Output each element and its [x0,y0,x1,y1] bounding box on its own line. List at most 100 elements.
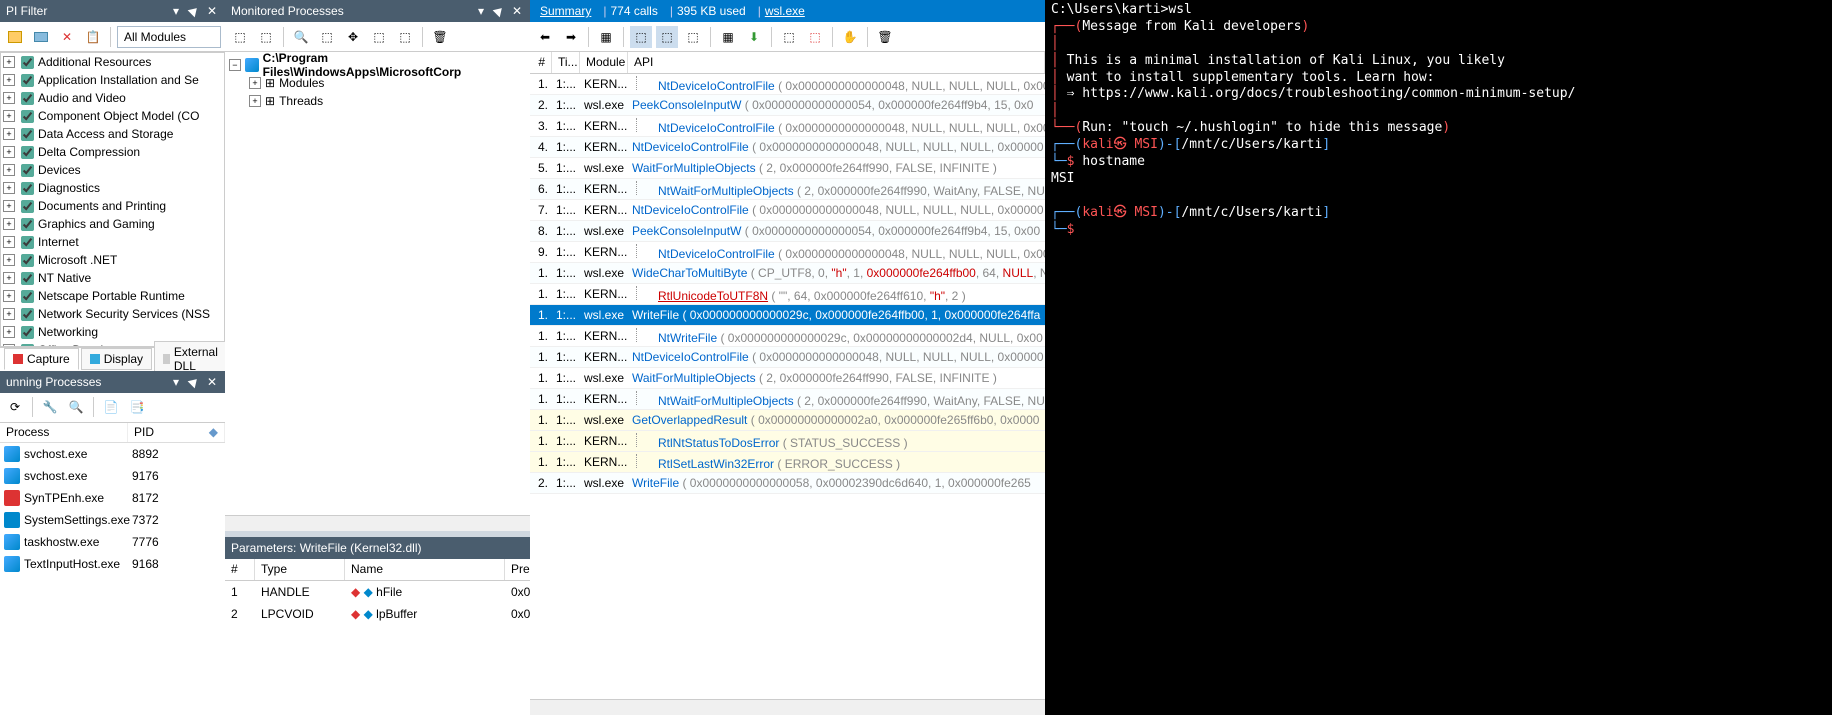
col-process[interactable]: Process [0,423,128,442]
filter-checkbox[interactable] [21,326,34,339]
call-row[interactable]: 1.1:...KERN...NtWriteFile ( 0x0000000000… [530,326,1045,347]
terminal[interactable]: C:\Users\karti>wsl┌──(Message from Kali … [1045,0,1832,715]
tool-icon[interactable]: ⬚ [656,26,678,48]
col-n[interactable]: # [225,559,255,580]
refresh-icon[interactable]: ⟳ [4,396,26,418]
close-icon[interactable]: ✕ [205,4,219,18]
close-icon[interactable]: ✕ [510,4,524,18]
tool-icon[interactable]: 🔧 [39,396,61,418]
hand-icon[interactable]: ✋ [839,26,861,48]
expand-icon[interactable]: + [3,110,15,122]
paste-icon[interactable]: 📋 [82,26,104,48]
process-row[interactable]: SynTPEnh.exe8172 [0,487,225,509]
summary-link[interactable]: Summary [540,4,591,18]
col-api[interactable]: API [628,52,1045,73]
filter-item[interactable]: +Delta Compression [1,143,224,161]
tool-icon[interactable]: ⬚ [368,26,390,48]
filter-checkbox[interactable] [21,200,34,213]
tool-icon[interactable]: 📄 [100,396,122,418]
filter-item[interactable]: +Netscape Portable Runtime [1,287,224,305]
trash-icon[interactable]: 🗑 [874,26,896,48]
expand-icon[interactable]: + [3,254,15,266]
expand-icon[interactable]: + [3,308,15,320]
expand-icon[interactable]: + [3,74,15,86]
col-time[interactable]: Ti... [552,52,580,73]
call-row[interactable]: 1.1:...KERN...RtlNtStatusToDosError ( ST… [530,431,1045,452]
tool-icon[interactable]: ⬚ [630,26,652,48]
pin-icon[interactable] [187,375,201,389]
col-type[interactable]: Type [255,559,345,580]
expand-icon[interactable]: + [249,95,261,107]
tool-icon[interactable]: ⬚ [255,26,277,48]
calls-grid[interactable]: # Ti... Module API 1.1:...KERN...NtDevic… [530,52,1045,699]
expand-icon[interactable]: + [3,200,15,212]
call-row[interactable]: 1.1:...KERN...NtWaitForMultipleObjects (… [530,389,1045,410]
filter-checkbox[interactable] [21,236,34,249]
grid-icon[interactable]: ▦ [595,26,617,48]
filter-checkbox[interactable] [21,128,34,141]
filter-item[interactable]: +Microsoft .NET [1,251,224,269]
filter-item[interactable]: +Graphics and Gaming [1,215,224,233]
call-row[interactable]: 1.1:...wsl.exeWriteFile ( 0x000000000000… [530,305,1045,326]
process-row[interactable]: taskhostw.exe7776 [0,531,225,553]
filter-item[interactable]: +Networking [1,323,224,341]
col-module[interactable]: Module [580,52,628,73]
call-row[interactable]: 6.1:...KERN...NtWaitForMultipleObjects (… [530,179,1045,200]
fwd-icon[interactable]: ➡ [560,26,582,48]
process-row[interactable]: TextInputHost.exe9168 [0,553,225,575]
filter-item[interactable]: +Audio and Video [1,89,224,107]
filter-checkbox[interactable] [21,218,34,231]
down-icon[interactable]: ⬇ [743,26,765,48]
col-name[interactable]: Name [345,559,505,580]
trash-icon[interactable]: 🗑 [429,26,451,48]
call-row[interactable]: 8.1:...wsl.exePeekConsoleInputW ( 0x0000… [530,221,1045,242]
dropdown-icon[interactable]: ▾ [474,4,488,18]
dropdown-icon[interactable]: ▾ [169,4,183,18]
call-row[interactable]: 2.1:...wsl.exePeekConsoleInputW ( 0x0000… [530,95,1045,116]
tool-icon[interactable]: ⬚ [778,26,800,48]
col-pid[interactable]: PID [134,425,154,440]
process-row[interactable]: svchost.exe9176 [0,465,225,487]
expand-icon[interactable]: + [3,92,15,104]
filter-checkbox[interactable] [21,146,34,159]
call-row[interactable]: 4.1:...KERN...NtDeviceIoControlFile ( 0x… [530,137,1045,158]
tab-display[interactable]: Display [81,348,152,370]
tool-icon[interactable]: 📑 [126,396,148,418]
expand-icon[interactable]: + [3,326,15,338]
filter-checkbox[interactable] [21,56,34,69]
process-row[interactable]: svchost.exe8892 [0,443,225,465]
filter-item[interactable]: +Diagnostics [1,179,224,197]
target-icon[interactable]: ✥ [342,26,364,48]
filter-checkbox[interactable] [21,308,34,321]
sort-icon[interactable]: ◆ [209,425,218,440]
filter-item[interactable]: +Documents and Printing [1,197,224,215]
tool-icon[interactable]: ⬚ [394,26,416,48]
tool-icon[interactable]: ⬚ [804,26,826,48]
call-row[interactable]: 1.1:...wsl.exeWaitForMultipleObjects ( 2… [530,368,1045,389]
call-row[interactable]: 1.1:...KERN...RtlSetLastWin32Error ( ERR… [530,452,1045,473]
back-icon[interactable]: ⬅ [534,26,556,48]
expand-icon[interactable]: + [3,290,15,302]
call-row[interactable]: 1.1:...KERN...RtlUnicodeToUTF8N ( "", 64… [530,284,1045,305]
filter-tree[interactable]: +Additional Resources+Application Instal… [0,52,225,347]
filter-item[interactable]: +Application Installation and Se [1,71,224,89]
expand-icon[interactable]: + [3,182,15,194]
filter-checkbox[interactable] [21,254,34,267]
expand-icon[interactable]: + [3,164,15,176]
call-row[interactable]: 3.1:...KERN...NtDeviceIoControlFile ( 0x… [530,116,1045,137]
modules-dropdown[interactable]: All Modules [117,26,221,48]
filter-checkbox[interactable] [21,164,34,177]
call-row[interactable]: 1.1:...KERN...NtDeviceIoControlFile ( 0x… [530,347,1045,368]
tab-capture[interactable]: Capture [4,348,79,370]
filter-checkbox[interactable] [21,92,34,105]
call-row[interactable]: 1.1:...KERN...NtDeviceIoControlFile ( 0x… [530,74,1045,95]
filter-item[interactable]: +Component Object Model (CO [1,107,224,125]
filter-item[interactable]: +NT Native [1,269,224,287]
expand-icon[interactable]: + [3,128,15,140]
save-icon[interactable] [30,26,52,48]
pin-icon[interactable] [492,4,506,18]
delete-icon[interactable]: ✕ [56,26,78,48]
filter-checkbox[interactable] [21,110,34,123]
filter-item[interactable]: +Additional Resources [1,53,224,71]
summary-exe[interactable]: wsl.exe [765,4,805,18]
